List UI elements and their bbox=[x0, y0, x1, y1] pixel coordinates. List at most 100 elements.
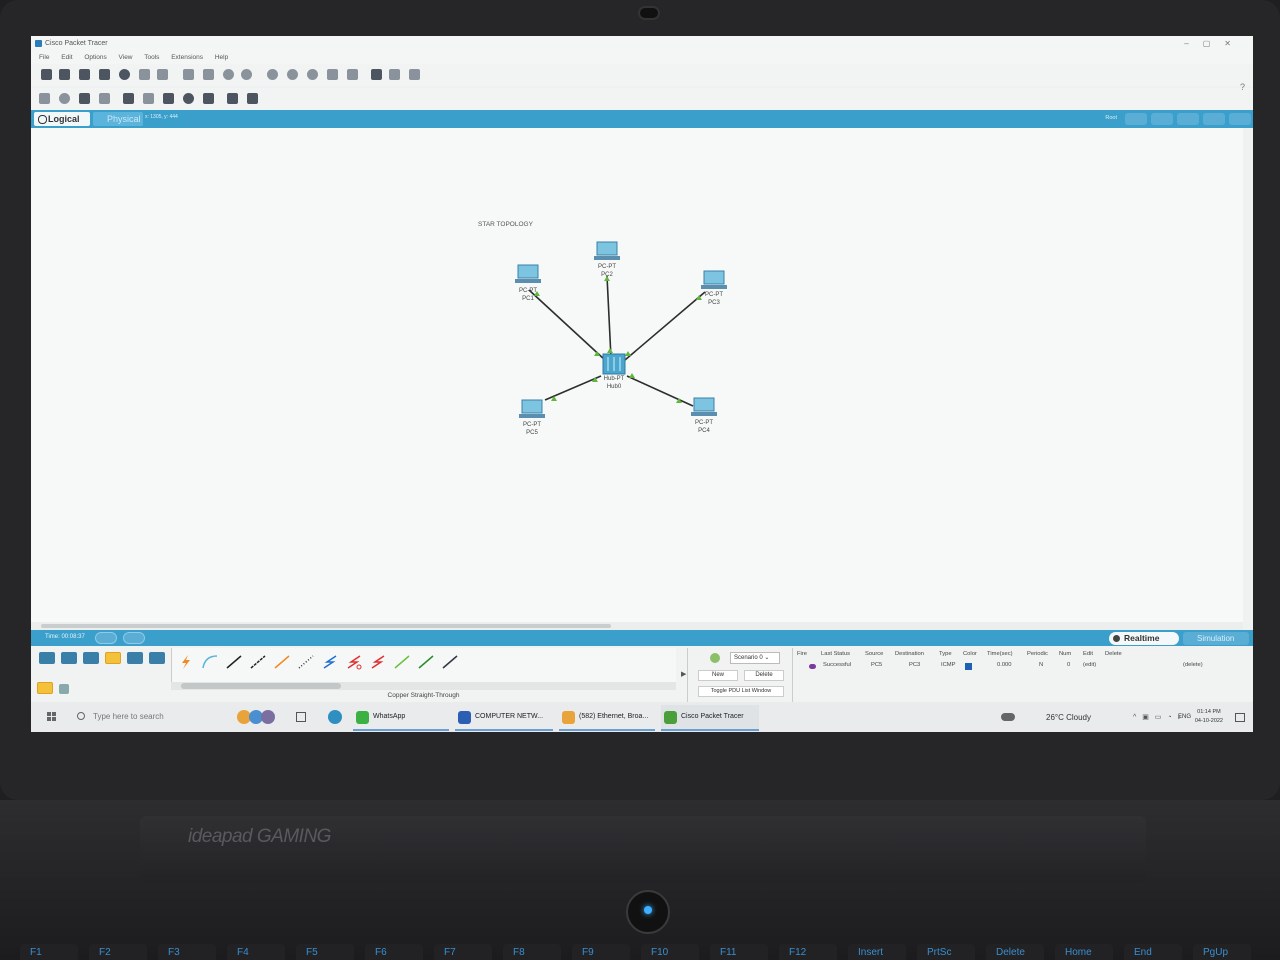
key-f2[interactable]: F2 bbox=[89, 944, 147, 960]
menu-help[interactable]: Help bbox=[215, 54, 228, 61]
set-tiled-background-button[interactable] bbox=[1177, 113, 1199, 125]
serial-dte-icon[interactable] bbox=[368, 654, 388, 670]
link-pc5-hub[interactable] bbox=[544, 375, 602, 401]
taskbar-app-packet-tracer[interactable]: Cisco Packet Tracer bbox=[661, 705, 759, 731]
scenario-info-icon[interactable] bbox=[710, 653, 720, 663]
play-triangle-icon[interactable]: ▶ bbox=[681, 670, 686, 678]
zoom-out-icon[interactable] bbox=[307, 69, 318, 80]
menu-edit[interactable]: Edit bbox=[61, 54, 72, 61]
drawing-palette-icon[interactable] bbox=[327, 69, 338, 80]
draw-ellipse-icon[interactable] bbox=[183, 93, 194, 104]
menu-tools[interactable]: Tools bbox=[144, 54, 159, 61]
phone-cable-icon[interactable] bbox=[296, 654, 316, 670]
taskbar-clock[interactable]: 01:14 PM 04-10-2022 bbox=[1195, 708, 1223, 726]
key-f7[interactable]: F7 bbox=[434, 944, 492, 960]
zoom-reset-icon[interactable] bbox=[287, 69, 298, 80]
power-cycle-devices-button[interactable] bbox=[95, 632, 117, 644]
freeform-icon[interactable] bbox=[203, 93, 214, 104]
key-f10[interactable]: F10 bbox=[641, 944, 699, 960]
inspect-icon[interactable] bbox=[59, 93, 70, 104]
key-f3[interactable]: F3 bbox=[158, 944, 216, 960]
copper-straight-through-icon[interactable] bbox=[224, 654, 244, 670]
key-delete[interactable]: Delete bbox=[986, 944, 1044, 960]
realtime-mode-button[interactable]: Realtime bbox=[1109, 632, 1179, 645]
taskbar-search-input[interactable]: Type here to search bbox=[69, 708, 225, 726]
copper-cross-over-icon[interactable] bbox=[248, 654, 268, 670]
draw-rectangle-icon[interactable] bbox=[163, 93, 174, 104]
language-indicator[interactable]: ENG bbox=[1178, 714, 1191, 720]
pc3-device[interactable]: PC-PT PC3 bbox=[701, 270, 727, 306]
delete-scenario-button[interactable]: Delete bbox=[744, 670, 784, 681]
grid-subcategory-icon[interactable] bbox=[59, 684, 69, 694]
link-pc2-hub[interactable] bbox=[606, 275, 612, 359]
user-profile-icon[interactable] bbox=[157, 69, 168, 80]
network-info-icon[interactable] bbox=[139, 69, 150, 80]
menu-view[interactable]: View bbox=[119, 54, 133, 61]
auto-connection-icon[interactable] bbox=[176, 654, 196, 670]
key-f4[interactable]: F4 bbox=[227, 944, 285, 960]
screenshot-icon[interactable] bbox=[409, 69, 420, 80]
fiber-icon[interactable] bbox=[272, 654, 292, 670]
save-icon[interactable] bbox=[79, 69, 90, 80]
link-pc1-hub[interactable] bbox=[528, 289, 606, 361]
add-simple-pdu-icon[interactable] bbox=[227, 93, 238, 104]
key-pgup[interactable]: PgUp bbox=[1193, 944, 1251, 960]
computer-icon[interactable] bbox=[521, 399, 543, 414]
key-f8[interactable]: F8 bbox=[503, 944, 561, 960]
serial-dce-icon[interactable] bbox=[344, 654, 364, 670]
pc4-device[interactable]: PC-PT PC4 bbox=[691, 397, 717, 434]
computer-icon[interactable] bbox=[596, 241, 618, 256]
coaxial-cable-icon[interactable] bbox=[320, 654, 340, 670]
draw-line-icon[interactable] bbox=[143, 93, 154, 104]
zoom-in-icon[interactable] bbox=[267, 69, 278, 80]
iot-custom-cable-icon[interactable] bbox=[416, 654, 436, 670]
task-view-icon[interactable] bbox=[296, 712, 306, 722]
key-prtsc[interactable]: PrtSc bbox=[917, 944, 975, 960]
misc-category-icon[interactable] bbox=[127, 652, 143, 664]
notification-icon[interactable] bbox=[1235, 713, 1245, 722]
canvas-vertical-scrollbar[interactable] bbox=[1243, 128, 1253, 630]
move-object-button[interactable] bbox=[1151, 113, 1173, 125]
link-pc3-hub[interactable] bbox=[624, 291, 706, 361]
system-tray-icons[interactable]: ^ ▣ ▭ ◔ ♪ bbox=[1133, 713, 1183, 721]
edge-browser-icon[interactable] bbox=[328, 710, 342, 724]
delete-icon[interactable] bbox=[79, 93, 90, 104]
connections-subcategory-icon[interactable] bbox=[37, 682, 53, 694]
network-devices-category-icon[interactable] bbox=[39, 652, 55, 664]
canvas-horizontal-scrollbar[interactable] bbox=[31, 622, 1243, 630]
taskbar-app-word[interactable]: COMPUTER NETW... bbox=[455, 705, 553, 731]
print-icon[interactable] bbox=[99, 69, 110, 80]
activity-wizard-icon[interactable] bbox=[119, 69, 130, 80]
computer-icon[interactable] bbox=[703, 270, 725, 285]
help-icon[interactable]: ? bbox=[1240, 82, 1245, 92]
pdu-edit-link[interactable]: (edit) bbox=[1083, 662, 1096, 668]
menu-file[interactable]: File bbox=[39, 54, 49, 61]
link-pc4-hub[interactable] bbox=[626, 375, 694, 407]
octal-cable-icon[interactable] bbox=[392, 654, 412, 670]
new-cluster-button[interactable] bbox=[1125, 113, 1147, 125]
custom-device-icon[interactable] bbox=[347, 69, 358, 80]
copy-icon[interactable] bbox=[183, 69, 194, 80]
pc2-device[interactable]: PC-PT PC2 bbox=[594, 241, 620, 278]
components-category-icon[interactable] bbox=[83, 652, 99, 664]
key-home[interactable]: Home bbox=[1055, 944, 1113, 960]
simulation-mode-button[interactable]: Simulation bbox=[1183, 632, 1249, 645]
console-cable-icon[interactable] bbox=[200, 654, 220, 670]
select-icon[interactable] bbox=[39, 93, 50, 104]
key-f11[interactable]: F11 bbox=[710, 944, 768, 960]
open-folder-icon[interactable] bbox=[59, 69, 70, 80]
undo-icon[interactable] bbox=[223, 69, 234, 80]
cloud-weather-icon[interactable] bbox=[1001, 713, 1015, 721]
viewport-button[interactable] bbox=[1203, 113, 1225, 125]
key-f1[interactable]: F1 bbox=[20, 944, 78, 960]
redo-icon[interactable] bbox=[241, 69, 252, 80]
fast-forward-time-button[interactable] bbox=[123, 632, 145, 644]
end-devices-category-icon[interactable] bbox=[61, 652, 77, 664]
menu-options[interactable]: Options bbox=[84, 54, 106, 61]
tab-logical[interactable]: Logical bbox=[34, 112, 90, 126]
taskbar-app-chrome[interactable]: (582) Ethernet, Broa... bbox=[559, 705, 655, 731]
usb-cable-icon[interactable] bbox=[440, 654, 460, 670]
new-file-icon[interactable] bbox=[41, 69, 52, 80]
notes-icon[interactable] bbox=[371, 69, 382, 80]
news-widget-icon[interactable] bbox=[237, 710, 277, 724]
